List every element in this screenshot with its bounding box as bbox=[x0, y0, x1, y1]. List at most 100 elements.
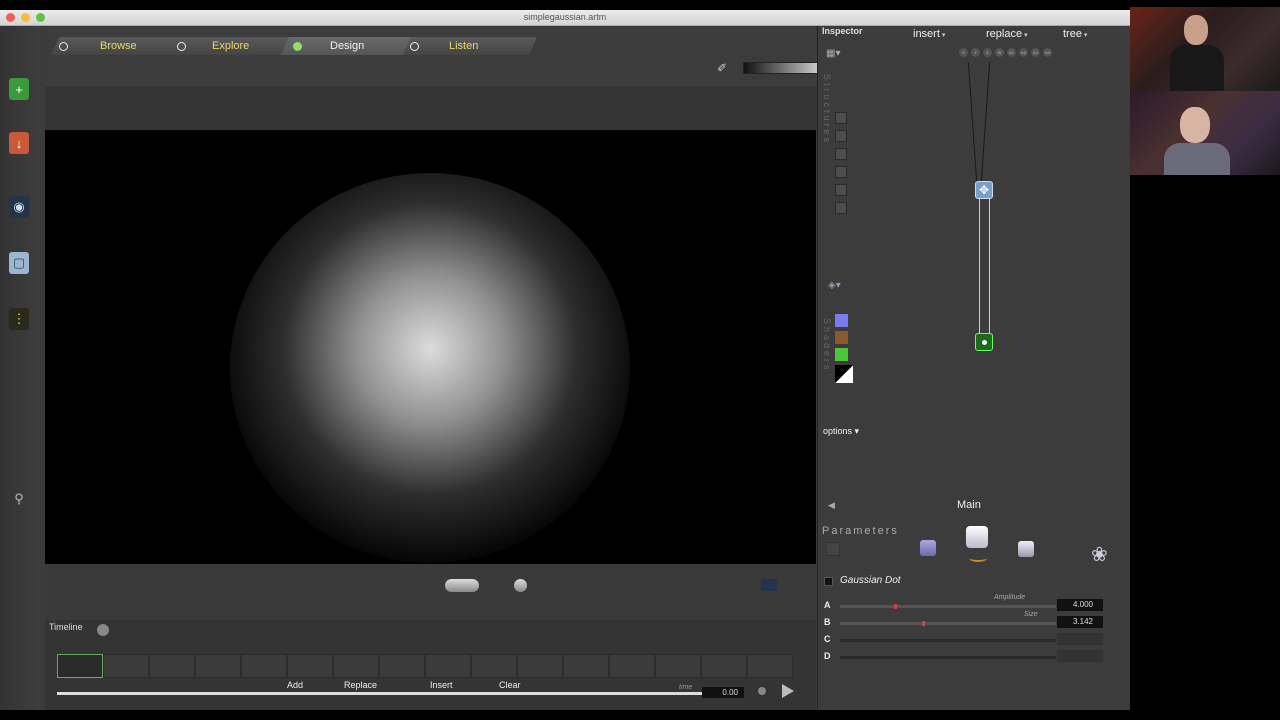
timeline-frame[interactable] bbox=[103, 654, 149, 678]
shader-name: Gaussian Dot bbox=[840, 575, 901, 586]
param-slider[interactable] bbox=[840, 656, 1056, 659]
shader-menu-icon[interactable]: ◈▾ bbox=[828, 280, 841, 291]
timeline-frame[interactable] bbox=[563, 654, 609, 678]
filmstrip-icon[interactable]: ⋮ bbox=[9, 308, 29, 330]
radio-icon bbox=[177, 41, 186, 51]
loop-icon[interactable] bbox=[758, 687, 766, 695]
tree-menu[interactable]: tree bbox=[1063, 28, 1087, 40]
chip-a1[interactable]: A1 bbox=[1007, 48, 1016, 57]
tree-icon[interactable]: ❀ bbox=[1091, 542, 1108, 567]
param-value[interactable]: 4.000 bbox=[1057, 599, 1103, 611]
param-value[interactable] bbox=[1057, 633, 1103, 645]
shader-swatch-green[interactable] bbox=[835, 348, 848, 361]
time-value[interactable]: 0.00 bbox=[702, 687, 744, 698]
timeline-frame[interactable] bbox=[379, 654, 425, 678]
mode-browse[interactable]: Browse bbox=[59, 37, 137, 55]
param-label: C bbox=[824, 634, 831, 644]
time-label: time bbox=[679, 684, 693, 691]
timeline-frame[interactable] bbox=[241, 654, 287, 678]
mode-design[interactable]: Design bbox=[293, 37, 364, 55]
shader-color-icon bbox=[824, 577, 833, 586]
param-value[interactable]: 3.142 bbox=[1057, 616, 1103, 628]
timeline-frame[interactable] bbox=[655, 654, 701, 678]
timeline-frame[interactable] bbox=[701, 654, 747, 678]
structure-tool-icon[interactable] bbox=[835, 112, 847, 124]
param-caption: Amplitude bbox=[994, 594, 1026, 601]
parameters-title: Parameters bbox=[822, 525, 899, 537]
eye-icon[interactable] bbox=[761, 579, 777, 591]
timeline-frame[interactable] bbox=[333, 654, 379, 678]
collapse-icon[interactable]: ◀ bbox=[828, 500, 835, 511]
shader-node-icon[interactable] bbox=[975, 333, 993, 351]
structure-tool-icon[interactable] bbox=[835, 148, 847, 160]
transform-node-icon[interactable]: ✥ bbox=[975, 181, 993, 199]
shader-swatch-brown[interactable] bbox=[835, 331, 848, 344]
timeline-frame[interactable] bbox=[471, 654, 517, 678]
timeline-frame[interactable] bbox=[425, 654, 471, 678]
structure-tool-icon[interactable] bbox=[835, 202, 847, 214]
replace-button[interactable]: Replace bbox=[344, 680, 377, 690]
zoom-slider-icon[interactable] bbox=[445, 579, 479, 592]
chip-a4[interactable]: A4 bbox=[1043, 48, 1052, 57]
structure-tool-icon[interactable] bbox=[835, 166, 847, 178]
param-value[interactable] bbox=[1057, 650, 1103, 662]
screen: simplegaussian.artm + ↓ ◉ ▢ ⋮ ⚲ Browse E… bbox=[0, 0, 1280, 720]
insert-menu[interactable]: insert bbox=[913, 28, 945, 40]
param-row-d[interactable]: D bbox=[824, 650, 1114, 664]
insert-button[interactable]: Insert bbox=[430, 680, 453, 690]
brush-icon[interactable]: ✐ bbox=[717, 61, 727, 75]
radio-icon bbox=[293, 41, 302, 51]
zoom-icon[interactable] bbox=[97, 624, 109, 636]
param-caption: Size bbox=[1024, 611, 1038, 618]
chip-x[interactable]: X bbox=[959, 48, 968, 57]
timeline-frame[interactable] bbox=[149, 654, 195, 678]
chip-a3[interactable]: A3 bbox=[1031, 48, 1040, 57]
dice-icon[interactable] bbox=[920, 540, 936, 556]
inspector-title: Inspector bbox=[822, 26, 863, 36]
timeline-frame[interactable] bbox=[57, 654, 103, 678]
chip-y[interactable]: Y bbox=[971, 48, 980, 57]
randomize-dice-icon[interactable] bbox=[966, 526, 988, 548]
structure-menu-icon[interactable]: ▦▾ bbox=[826, 48, 840, 59]
param-slider[interactable] bbox=[840, 639, 1056, 642]
structure-tool-icon[interactable] bbox=[835, 184, 847, 196]
download-icon[interactable]: ↓ bbox=[9, 132, 29, 154]
timeline-scrubber[interactable] bbox=[57, 692, 702, 695]
chip-w[interactable]: W bbox=[995, 48, 1004, 57]
param-slider[interactable] bbox=[840, 621, 1056, 626]
timeline-frame[interactable] bbox=[195, 654, 241, 678]
help-icon[interactable]: ⚲ bbox=[9, 488, 29, 510]
eye-icon[interactable]: ◉ bbox=[9, 196, 29, 218]
curve-icon[interactable] bbox=[969, 554, 987, 562]
param-row-a[interactable]: A Amplitude 4.000 bbox=[824, 594, 1114, 613]
timeline-frame[interactable] bbox=[517, 654, 563, 678]
mode-label: Listen bbox=[449, 40, 479, 52]
structure-tool-icon[interactable] bbox=[835, 130, 847, 142]
shaders-label: Shaders bbox=[822, 318, 832, 373]
timeline-frame[interactable] bbox=[609, 654, 655, 678]
parameter-dropdown[interactable] bbox=[826, 542, 840, 556]
render-canvas[interactable] bbox=[45, 130, 816, 564]
timeline-frame[interactable] bbox=[747, 654, 793, 678]
param-row-b[interactable]: B Size 3.142 bbox=[824, 611, 1114, 630]
mode-explore[interactable]: Explore bbox=[177, 37, 249, 55]
mode-listen[interactable]: Listen bbox=[410, 37, 478, 55]
add-icon[interactable]: + bbox=[9, 78, 29, 100]
timeline-frame[interactable] bbox=[287, 654, 333, 678]
options-menu[interactable]: options ▾ bbox=[823, 426, 859, 437]
home-icon[interactable] bbox=[514, 579, 527, 592]
gaussian-dot-render bbox=[230, 173, 630, 563]
param-slider[interactable] bbox=[840, 604, 1056, 609]
clear-button[interactable]: Clear bbox=[499, 680, 521, 690]
window-title: simplegaussian.artm bbox=[523, 12, 607, 22]
play-icon[interactable] bbox=[782, 684, 794, 698]
shader-swatch-blue[interactable] bbox=[835, 314, 848, 327]
add-button[interactable]: Add bbox=[287, 680, 303, 690]
param-row-c[interactable]: C bbox=[824, 633, 1114, 647]
chip-z[interactable]: Z bbox=[983, 48, 992, 57]
chip-a2[interactable]: A2 bbox=[1019, 48, 1028, 57]
shader-swatch-bw[interactable] bbox=[835, 365, 853, 383]
image-icon[interactable]: ▢ bbox=[9, 252, 29, 274]
replace-menu[interactable]: replace bbox=[986, 28, 1028, 40]
dice-icon[interactable] bbox=[1018, 541, 1034, 557]
